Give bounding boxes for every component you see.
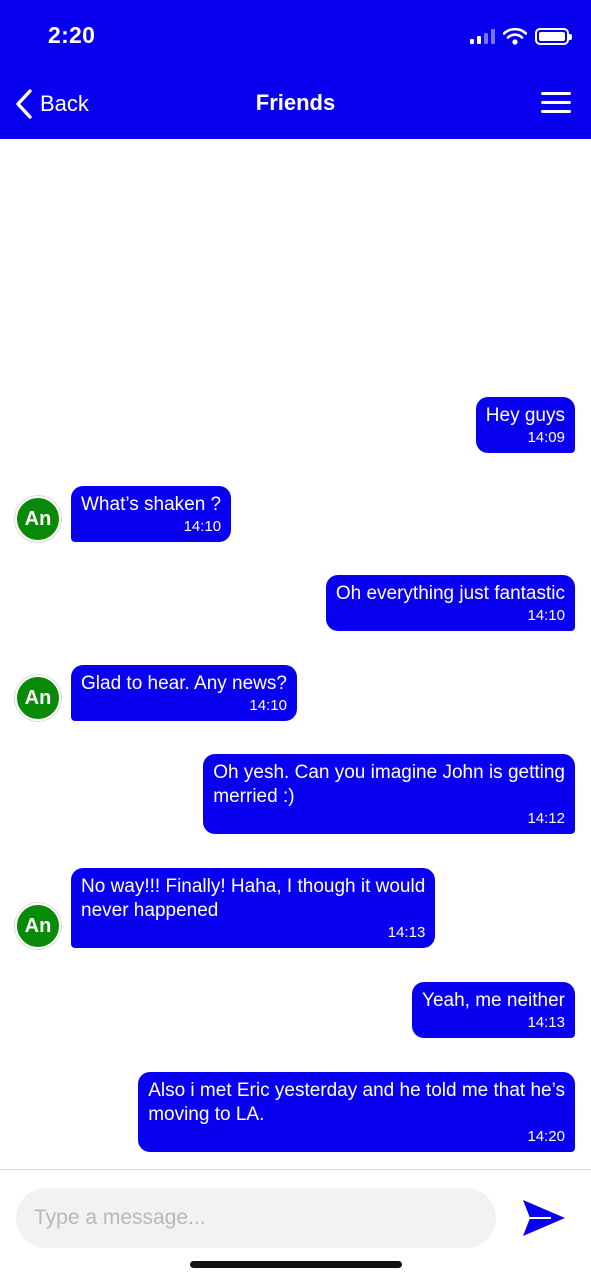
message-bubble: What’s shaken ? 14:10 [71, 486, 232, 542]
message-text: Oh everything just fantastic [335, 583, 565, 604]
cellular-signal-icon [470, 28, 495, 44]
message-text: Also i met Eric yesterday and he told me… [148, 1080, 565, 1125]
message-text: No way!!! Finally! Haha, I though it wou… [81, 876, 426, 921]
message-text: Glad to hear. Any news? [81, 673, 287, 694]
message-time: 14:09 [527, 429, 565, 446]
message-time: 14:10 [183, 518, 222, 535]
message-time: 14:10 [527, 607, 565, 624]
status-icons [470, 24, 572, 48]
avatar[interactable]: An [15, 903, 61, 949]
avatar[interactable]: An [15, 496, 61, 542]
message-bubble: Hey guys 14:09 [475, 397, 575, 453]
message-bubble: Glad to hear. Any news? 14:10 [71, 665, 297, 721]
send-arrow-icon [523, 1200, 565, 1236]
message-text: Hey guys [485, 405, 565, 426]
battery-icon [535, 27, 572, 45]
message-outgoing: Oh yesh. Can you imagine John is getting… [203, 754, 575, 834]
message-bubble: Also i met Eric yesterday and he told me… [138, 1072, 575, 1152]
message-outgoing: Yeah, me neither 14:13 [412, 982, 575, 1038]
wifi-icon [503, 27, 527, 45]
message-list: Hey guys 14:09 An What’s shaken ? 14:10 … [0, 139, 591, 1169]
message-time: 14:12 [527, 810, 565, 827]
send-button[interactable] [521, 1197, 567, 1239]
message-input[interactable] [16, 1188, 496, 1248]
app-header: 2:20 Back Friends [0, 0, 591, 139]
message-bubble: Oh yesh. Can you imagine John is getting… [203, 754, 575, 834]
message-outgoing: Hey guys 14:09 [475, 397, 575, 453]
message-outgoing: Oh everything just fantastic 14:10 [325, 575, 575, 631]
avatar[interactable]: An [15, 675, 61, 721]
message-bubble: Yeah, me neither 14:13 [412, 982, 575, 1038]
message-text: Yeah, me neither [422, 990, 565, 1011]
message-bubble: Oh everything just fantastic 14:10 [325, 575, 575, 631]
message-outgoing: Also i met Eric yesterday and he told me… [138, 1072, 575, 1152]
message-bubble: No way!!! Finally! Haha, I though it wou… [71, 868, 436, 948]
message-incoming: Glad to hear. Any news? 14:10 [71, 665, 297, 721]
message-time: 14:13 [527, 1014, 565, 1031]
message-time: 14:13 [387, 924, 426, 941]
message-time: 14:20 [527, 1128, 565, 1145]
message-text: What’s shaken ? [81, 494, 222, 515]
page-title: Friends [255, 90, 336, 115]
status-time: 2:20 [48, 22, 96, 48]
message-incoming: No way!!! Finally! Haha, I though it wou… [71, 868, 436, 948]
chat-screen: 2:20 Back Friends Hey guys 14:09 An What… [0, 0, 591, 1280]
composer-bar [0, 1169, 591, 1280]
message-text: Oh yesh. Can you imagine John is getting… [213, 762, 565, 807]
hamburger-menu-icon[interactable] [541, 92, 571, 114]
home-indicator [190, 1261, 402, 1268]
message-time: 14:10 [249, 697, 287, 714]
message-incoming: What’s shaken ? 14:10 [71, 486, 232, 542]
